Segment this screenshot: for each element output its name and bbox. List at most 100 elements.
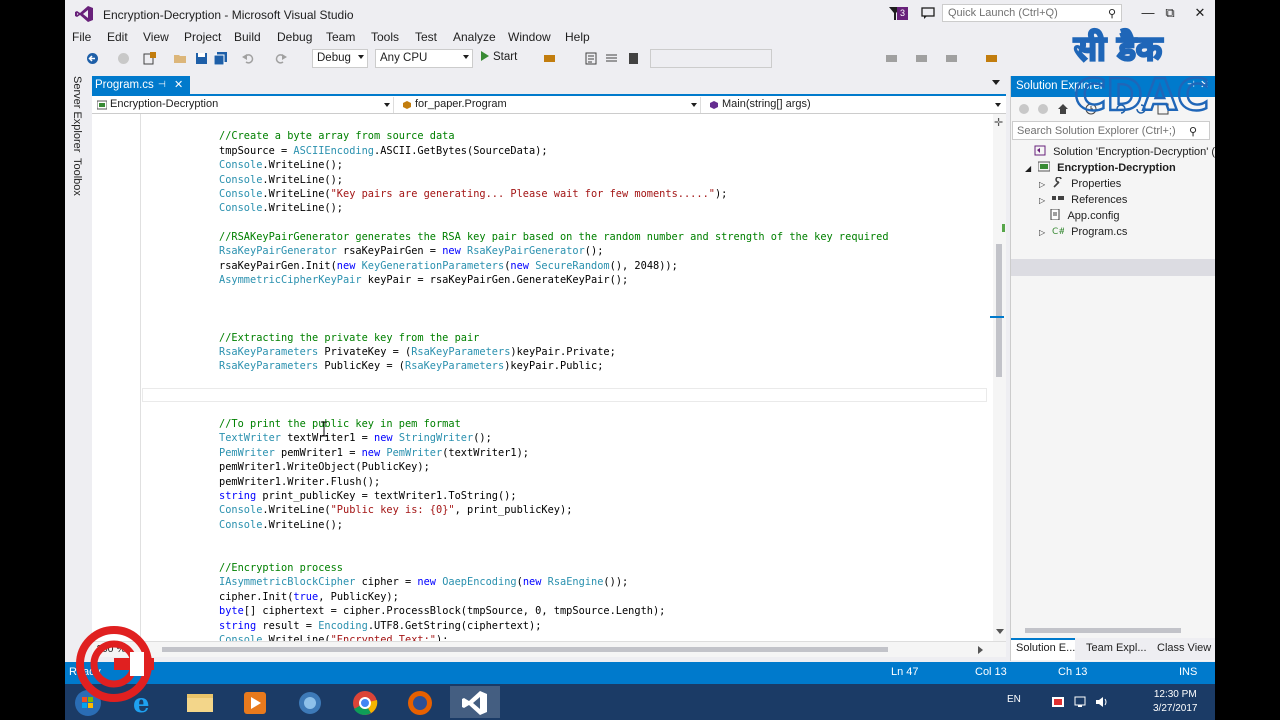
caret-position-marker [990,316,1004,318]
tray-network-icon[interactable] [1073,695,1087,709]
status-bar: Ready Ln 47 Col 13 Ch 13 INS [65,662,1215,684]
code-line: //Extracting the private key from the pa… [219,332,480,344]
solution-explorer-horizontal-scrollbar[interactable] [1011,624,1211,636]
editor-vertical-scrollbar[interactable]: ✛ [990,114,1006,641]
member-dropdown[interactable]: Main(string[] args) [706,97,1004,113]
tree-item-references[interactable]: ▷ References [1039,193,1127,209]
file-explorer-icon[interactable] [175,686,225,718]
tree-item-app-config[interactable]: App.config [1049,209,1119,225]
configuration-dropdown[interactable]: Debug [312,49,368,68]
collapsed-arrow-icon[interactable]: ▷ [1039,180,1049,189]
tray-language[interactable]: EN [1007,694,1021,705]
tree-item-properties[interactable]: ▷ Properties [1039,177,1121,193]
layout-icon[interactable] [885,52,898,65]
menu-project[interactable]: Project [184,30,221,44]
undo-icon[interactable] [242,52,255,65]
feedback-icon[interactable] [921,6,935,20]
pin-icon[interactable]: ⊣ [158,79,166,90]
scrollbar-thumb[interactable] [996,244,1002,377]
tab-solution-explorer[interactable]: Solution E... [1016,642,1075,654]
forward-icon[interactable] [117,52,130,65]
uncomment-icon[interactable] [605,52,618,65]
tab-team-explorer[interactable]: Team Expl... [1086,642,1147,654]
back-icon[interactable] [1018,103,1030,115]
find-combo[interactable] [650,49,772,68]
menu-team[interactable]: Team [326,30,355,44]
menu-edit[interactable]: Edit [107,30,128,44]
chrome-icon[interactable] [340,686,390,718]
toolbox-tab[interactable]: Toolbox [71,158,83,196]
save-icon[interactable] [195,52,208,65]
menu-test[interactable]: Test [415,30,437,44]
align-icon[interactable] [915,52,928,65]
menu-window[interactable]: Window [508,30,551,44]
tab-class-view[interactable]: Class View [1157,642,1211,654]
home-icon[interactable] [1057,103,1069,115]
type-dropdown[interactable]: for_paper.Program [399,97,701,113]
start-debugging-button[interactable]: Start [481,51,517,63]
chevron-down-icon [995,103,1001,107]
tree-item-program-cs[interactable]: ▷ C# Program.cs [1039,225,1127,241]
collapsed-arrow-icon[interactable]: ▷ [1039,228,1049,237]
menu-build[interactable]: Build [234,30,261,44]
back-icon[interactable] [86,52,99,65]
expanded-arrow-icon[interactable]: ◢ [1025,164,1035,173]
tree-item-project[interactable]: ◢ Encryption-Decryption [1025,161,1176,177]
tray-action-center-icon[interactable] [1051,695,1065,709]
bookmark-icon[interactable] [627,52,640,65]
notification-count-badge[interactable]: 3 [897,7,909,20]
close-icon[interactable]: ✕ [174,78,183,91]
window-title: Encryption-Decryption - Microsoft Visual… [103,8,354,22]
split-editor-icon[interactable]: ✛ [994,116,1003,129]
title-bar: Encryption-Decryption - Microsoft Visual… [65,0,1215,28]
clock-date: 3/27/2017 [1153,703,1198,714]
scroll-right-icon[interactable] [978,646,983,654]
forward-icon[interactable] [1037,103,1049,115]
platform-dropdown[interactable]: Any CPU [375,49,473,68]
extension-icon[interactable] [985,52,998,65]
code-line: Console.WriteLine(); [219,519,343,531]
browser-link-icon[interactable] [543,52,556,65]
menu-tools[interactable]: Tools [371,30,399,44]
new-project-icon[interactable] [143,52,156,65]
menu-help[interactable]: Help [565,30,590,44]
scrollbar-thumb[interactable] [1025,628,1181,633]
editor-horizontal-scrollbar[interactable]: 100 % [92,641,1006,657]
format-icon[interactable] [945,52,958,65]
comment-out-icon[interactable] [585,52,598,65]
tab-program-cs[interactable]: Program.cs ⊣ ✕ [92,76,190,95]
tray-clock[interactable]: 12:30 PM 3/27/2017 [1153,688,1198,716]
channel-logo-icon [76,626,154,702]
menu-analyze[interactable]: Analyze [453,30,496,44]
watermark-hindi-text: सी डैक [1073,28,1164,69]
selected-row-highlight [1011,259,1215,276]
visual-studio-taskbar-icon[interactable] [450,686,500,718]
solution-icon [1034,145,1046,156]
tab-list-chevron-down-icon[interactable] [992,80,1000,85]
media-player-icon[interactable] [230,686,280,718]
network-icon[interactable] [285,686,335,718]
code-editor[interactable]: //Create a byte array from source data t… [92,114,993,641]
scroll-down-icon[interactable] [996,629,1004,634]
menu-file[interactable]: File [72,30,91,44]
class-icon [403,101,411,109]
tray-volume-icon[interactable] [1095,695,1109,709]
redo-icon[interactable] [274,52,287,65]
firefox-icon[interactable] [395,686,445,718]
menu-view[interactable]: View [143,30,169,44]
tree-item-solution[interactable]: Solution 'Encryption-Decryption' (1 [1021,145,1215,161]
clock-time: 12:30 PM [1153,689,1197,700]
csharp-file-icon: C# [1052,227,1064,236]
project-dropdown[interactable]: Encryption-Decryption [94,97,394,113]
scrollbar-thumb[interactable] [162,647,888,652]
tree-label: References [1071,194,1128,206]
code-line: Console.WriteLine("Public key is: {0}", … [219,504,573,516]
save-all-icon[interactable] [214,52,227,65]
collapsed-arrow-icon[interactable]: ▷ [1039,196,1049,205]
solution-explorer-search-input[interactable]: Search Solution Explorer (Ctrl+;) ⚲ [1012,121,1210,140]
code-line: Console.WriteLine("Encrypted Text:"); [219,634,449,641]
left-tool-strip: Server Explorer Toolbox [65,72,91,662]
open-file-icon[interactable] [174,52,187,65]
menu-debug[interactable]: Debug [277,30,312,44]
server-explorer-tab[interactable]: Server Explorer [71,76,83,152]
